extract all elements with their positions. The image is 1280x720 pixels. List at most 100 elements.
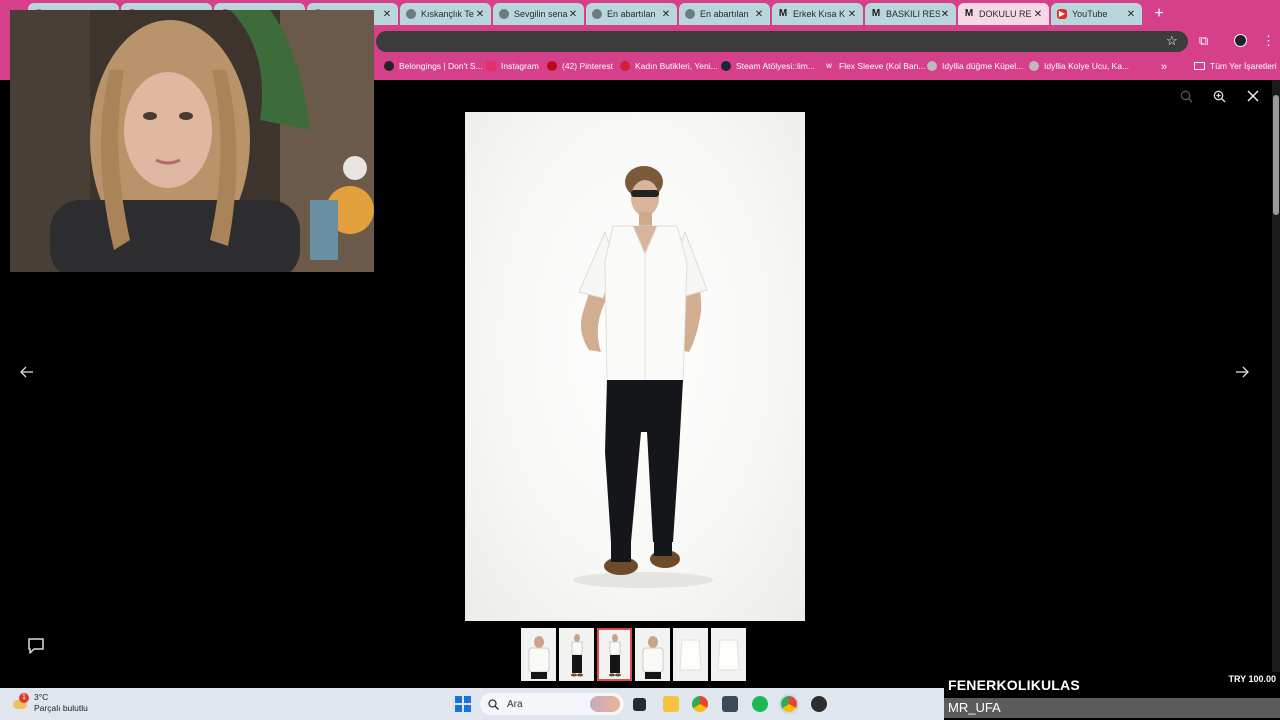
webcam-overlay <box>10 10 374 272</box>
globe-icon <box>592 9 602 19</box>
weather-badge: 1 <box>19 693 29 703</box>
task-view-icon[interactable] <box>633 698 646 711</box>
tab-label: Kıskançlık Te <box>421 9 474 19</box>
bookmark-item[interactable]: w Flex Sleeve (Kol Ban... <box>824 61 925 71</box>
weather-icon: 1 <box>12 693 29 711</box>
tab-close-icon[interactable]: ✕ <box>475 9 485 20</box>
screen: ✕✕✕✕Kıskançlık Te✕Sevgilin sena✕En abart… <box>0 0 1280 720</box>
tab-close-icon[interactable]: ✕ <box>847 9 857 20</box>
tab-close-icon[interactable]: ✕ <box>1126 9 1136 20</box>
zoom-in-icon[interactable] <box>1213 90 1226 103</box>
bookmarks-overflow-chevron-icon[interactable]: » <box>1161 61 1167 73</box>
scrollbar-thumb[interactable] <box>1273 95 1279 215</box>
tab-close-icon[interactable]: ✕ <box>754 9 764 20</box>
file-explorer-icon[interactable] <box>663 696 679 712</box>
browser-tab[interactable]: Kıskançlık Te ✕ <box>400 3 491 25</box>
globe-icon <box>499 9 509 19</box>
browser-tab[interactable]: Sevgilin sena ✕ <box>493 3 584 25</box>
globe-icon <box>927 61 937 71</box>
bookmark-item[interactable]: Kadın Butikleri, Yeni... <box>620 61 718 71</box>
chrome-active-icon[interactable] <box>781 696 797 712</box>
browser-tab[interactable]: M BASKILI RES ✕ <box>865 3 956 25</box>
bookmark-item[interactable]: Belongings | Don't S... <box>384 61 483 71</box>
menu-kebab-icon[interactable]: ⋮ <box>1262 34 1275 48</box>
tab-close-icon[interactable]: ✕ <box>940 9 950 20</box>
m-icon: M <box>964 8 974 19</box>
previous-arrow-icon[interactable] <box>20 366 34 378</box>
bookmark-favicon-icon <box>620 61 630 71</box>
tab-label: En abartılan <box>700 9 749 19</box>
bookmark-label: Belongings | Don't S... <box>399 61 483 71</box>
chrome-icon[interactable] <box>692 696 708 712</box>
product-image <box>465 112 805 621</box>
tab-label: Sevgilin sena <box>514 9 568 19</box>
bookmark-item[interactable]: Instagram <box>486 61 539 71</box>
tab-close-icon[interactable]: ✕ <box>1033 9 1043 20</box>
weather-temperature: 3°C <box>34 692 49 702</box>
store-icon[interactable] <box>722 696 738 712</box>
thumbnail[interactable] <box>559 628 594 681</box>
bookmark-star-icon[interactable]: ☆ <box>1166 34 1178 48</box>
bookmark-label: Flex Sleeve (Kol Ban... <box>839 61 926 71</box>
thumbnail[interactable] <box>711 628 746 681</box>
donor-username: MR_UFA <box>944 698 1280 718</box>
bookmark-label: Instagram <box>501 61 539 71</box>
globe-icon <box>406 9 416 19</box>
browser-tab[interactable]: M Erkek Kısa K ✕ <box>772 3 863 25</box>
bookmark-item[interactable]: Idyllia düğme Küpel... <box>927 61 1023 71</box>
tab-close-icon[interactable]: ✕ <box>661 9 671 20</box>
folder-icon <box>1194 62 1205 70</box>
bookmark-favicon-icon <box>384 61 394 71</box>
bookmark-label: Steam Atölyesi::lim... <box>736 61 815 71</box>
bookmark-label: Idyllia Kolye Ucu, Ka... <box>1044 61 1130 71</box>
omnibox[interactable] <box>376 31 1188 52</box>
weather-description: Parçalı bulutlu <box>34 703 88 713</box>
globe-icon <box>685 9 695 19</box>
all-bookmarks-label: Tüm Yer İşaretleri <box>1210 61 1277 71</box>
browser-tab[interactable]: ▶ YouTube ✕ <box>1051 3 1142 25</box>
tab-label: YouTube <box>1072 9 1108 19</box>
taskbar-search[interactable]: Ara <box>480 693 624 715</box>
bookmark-item[interactable]: Idyllia Kolye Ucu, Ka... <box>1029 61 1129 71</box>
profile-avatar[interactable] <box>1234 34 1247 47</box>
donation-alert: FENERKOLIKULAS TRY 100.00 MR_UFA <box>944 672 1280 720</box>
thumbnail[interactable] <box>597 628 632 681</box>
browser-tab[interactable]: En abartılan ✕ <box>679 3 770 25</box>
browser-tab[interactable]: M DOKULU RE ✕ <box>958 3 1049 25</box>
extensions-icon[interactable]: ⧉ <box>1199 34 1208 48</box>
globe-icon <box>1029 61 1039 71</box>
flex-sleeve-icon: w <box>826 61 832 70</box>
thumbnail[interactable] <box>635 628 670 681</box>
tab-label: En abartılan <box>607 9 656 19</box>
search-icon <box>488 698 499 710</box>
donation-amount: TRY 100.00 <box>1228 674 1276 684</box>
all-bookmarks-folder[interactable]: Tüm Yer İşaretleri <box>1194 61 1277 71</box>
thumbnail[interactable] <box>521 628 556 681</box>
m-icon: M <box>778 8 788 19</box>
weather-widget[interactable]: 1 3°C Parçalı bulutlu <box>12 692 88 714</box>
close-icon[interactable] <box>1247 90 1259 102</box>
thumbnail-strip <box>521 628 746 681</box>
tab-close-icon[interactable]: ✕ <box>382 9 392 20</box>
scrollbar[interactable] <box>1272 80 1280 688</box>
thumbnail[interactable] <box>673 628 708 681</box>
zoom-out-icon[interactable] <box>1180 90 1193 103</box>
tab-label: Erkek Kısa K <box>793 9 846 19</box>
comment-icon[interactable] <box>26 636 46 656</box>
search-placeholder: Ara <box>507 698 523 710</box>
bookmark-label: Kadın Butikleri, Yeni... <box>635 61 718 71</box>
youtube-icon: ▶ <box>1057 9 1067 19</box>
search-highlight-image <box>590 696 620 712</box>
obs-icon[interactable] <box>811 696 827 712</box>
bookmark-item[interactable]: (42) Pinterest <box>547 61 613 71</box>
m-icon: M <box>871 8 881 19</box>
pinterest-icon <box>547 61 557 71</box>
next-arrow-icon[interactable] <box>1235 366 1249 378</box>
browser-tab[interactable]: En abartılan ✕ <box>586 3 677 25</box>
steam-icon <box>721 61 731 71</box>
tab-close-icon[interactable]: ✕ <box>568 9 578 20</box>
new-tab-button[interactable]: + <box>1148 3 1170 25</box>
windows-start-icon[interactable] <box>455 696 471 712</box>
bookmark-item[interactable]: Steam Atölyesi::lim... <box>721 61 815 71</box>
spotify-icon[interactable] <box>752 696 768 712</box>
